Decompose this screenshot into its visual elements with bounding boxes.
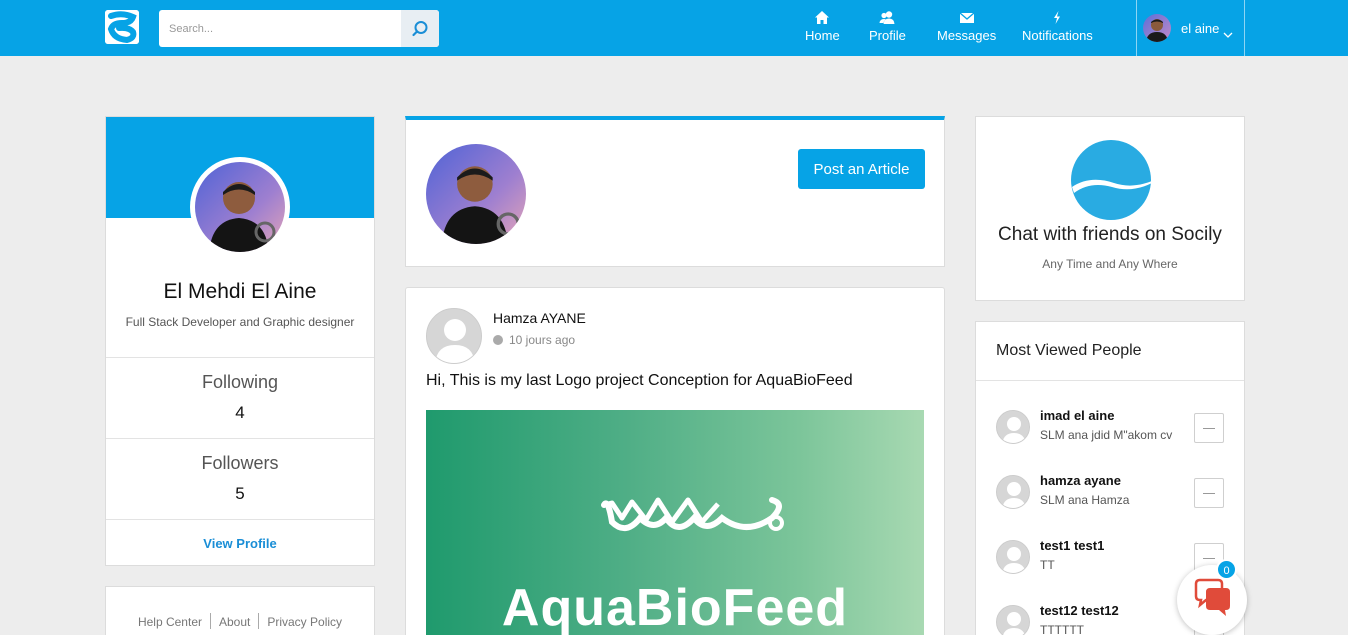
person-name: test1 test1 <box>1040 538 1105 553</box>
post-time-text: 10 jours ago <box>509 333 576 347</box>
following-count: 4 <box>235 403 245 422</box>
person-avatar <box>996 410 1030 444</box>
chat-bubble-icon <box>1192 578 1234 625</box>
divider <box>976 380 1244 381</box>
nav-profile[interactable]: Profile <box>869 10 906 43</box>
post-composer: Post an Article <box>405 116 945 267</box>
nav-notifications-label: Notifications <box>1022 28 1093 43</box>
bolt-icon <box>1022 10 1093 26</box>
search-input[interactable] <box>159 10 401 47</box>
promo-card: Chat with friends on Socily Any Time and… <box>975 116 1245 301</box>
about-link[interactable]: About <box>211 615 258 629</box>
users-icon <box>869 10 906 26</box>
profile-role: Full Stack Developer and Graphic designe… <box>125 315 355 329</box>
divider <box>106 357 374 358</box>
fish-logo-mark <box>601 497 784 531</box>
nav-home-label: Home <box>805 28 840 43</box>
search-icon <box>412 20 428 36</box>
post-article-button[interactable]: Post an Article <box>798 149 925 189</box>
envelope-icon <box>937 10 996 26</box>
person-avatar <box>996 540 1030 574</box>
person-item[interactable]: imad el aine SLM ana jdid M"akom cv <box>996 408 1226 458</box>
view-profile-link[interactable]: View Profile <box>106 536 374 551</box>
top-navbar: Home Profile Messages Notifications el <box>0 0 1348 56</box>
most-viewed-title: Most Viewed People <box>996 342 1142 359</box>
clock-icon <box>493 335 503 345</box>
divider <box>106 438 374 439</box>
person-item[interactable]: hamza ayane SLM ana Hamza <box>996 473 1226 523</box>
promo-subtitle: Any Time and Any Where <box>1042 257 1178 271</box>
post-author-name[interactable]: Hamza AYANE <box>493 310 586 326</box>
user-name: el aine <box>1181 21 1220 36</box>
footer-links: Help Center About Privacy Policy <box>106 613 374 629</box>
search-bar <box>159 10 439 47</box>
person-name: imad el aine <box>1040 408 1115 423</box>
user-menu[interactable]: el aine <box>1136 0 1245 56</box>
post-text: Hi, This is my last Logo project Concept… <box>426 372 853 389</box>
home-icon <box>805 10 840 26</box>
search-button[interactable] <box>401 10 439 47</box>
minus-button[interactable] <box>1194 478 1224 508</box>
profile-name: El Mehdi El Aine <box>163 280 317 303</box>
profile-card: El Mehdi El Aine Full Stack Developer an… <box>105 116 375 566</box>
post-image-brand: AquaBioFeed <box>501 579 849 635</box>
promo-title: Chat with friends on Socily <box>998 224 1222 245</box>
chat-button[interactable] <box>1177 565 1247 635</box>
person-message: SLM ana jdid M"akom cv <box>1040 428 1173 442</box>
socily-logo[interactable] <box>105 10 139 44</box>
followers-label[interactable]: Followers <box>106 453 374 474</box>
post-timestamp: 10 jours ago <box>493 333 575 347</box>
privacy-policy-link[interactable]: Privacy Policy <box>259 615 350 629</box>
socily-logo <box>1070 139 1152 221</box>
followers-count: 5 <box>235 484 245 503</box>
profile-avatar[interactable] <box>190 157 290 257</box>
nav-home[interactable]: Home <box>805 10 840 43</box>
divider <box>106 519 374 520</box>
help-center-link[interactable]: Help Center <box>130 615 210 629</box>
minus-button[interactable] <box>1194 413 1224 443</box>
following-label[interactable]: Following <box>106 372 374 393</box>
nav-messages-label: Messages <box>937 28 997 43</box>
nav-notifications[interactable]: Notifications <box>1022 10 1093 43</box>
nav-messages[interactable]: Messages <box>937 10 996 43</box>
person-avatar <box>996 475 1030 509</box>
person-name: hamza ayane <box>1040 473 1121 488</box>
person-name: test12 test12 <box>1040 603 1119 618</box>
person-message: SLM ana Hamza <box>1040 493 1130 507</box>
composer-avatar <box>426 144 526 244</box>
post-card: Hamza AYANE 10 jours ago Hi, This is my … <box>405 287 945 635</box>
person-message: TT <box>1040 558 1055 572</box>
user-avatar <box>1143 14 1171 42</box>
post-author-avatar[interactable] <box>426 308 482 364</box>
chevron-down-icon <box>1223 25 1233 43</box>
post-image[interactable]: AquaBioFeed <box>426 410 924 635</box>
footer-links-card: Help Center About Privacy Policy <box>105 586 375 635</box>
person-avatar <box>996 605 1030 635</box>
nav-profile-label: Profile <box>869 28 906 43</box>
person-message: TTTTTT <box>1040 623 1084 635</box>
chat-unread-badge: 0 <box>1216 559 1237 580</box>
